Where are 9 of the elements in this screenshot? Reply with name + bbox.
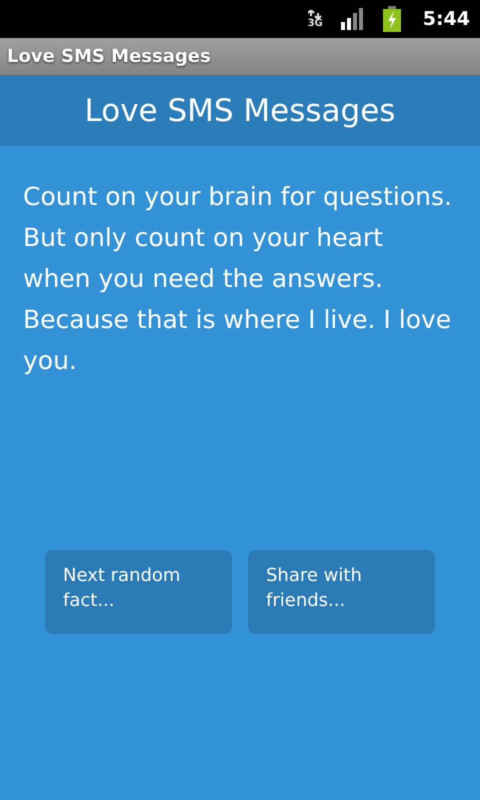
share-button[interactable]: Share with friends... xyxy=(248,550,435,634)
signal-icon xyxy=(340,8,365,30)
next-button[interactable]: Next random fact... xyxy=(45,550,232,634)
love-message: Count on your brain for questions. But only count on your heart when you need the answers. Because that is where I live. I love you. xyxy=(23,181,453,377)
window-title: Love SMS Messages xyxy=(7,46,211,67)
clock-time: 5:44 xyxy=(422,8,470,30)
battery-charging-icon xyxy=(382,6,401,32)
network-indicator: 3G xyxy=(308,10,323,28)
app-heading: Love SMS Messages xyxy=(84,93,396,129)
